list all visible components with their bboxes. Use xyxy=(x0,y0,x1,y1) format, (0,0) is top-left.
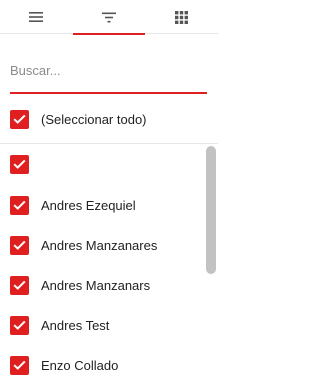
search-box xyxy=(10,56,207,94)
list-item[interactable]: Andres Ezequiel xyxy=(10,194,136,216)
checkmark-icon xyxy=(13,320,26,330)
select-all-checkbox[interactable] xyxy=(10,109,29,129)
item-label: Andres Manzanares xyxy=(41,237,158,253)
select-all-label: (Seleccionar todo) xyxy=(41,111,147,127)
list-item[interactable]: Andres Manzanares xyxy=(10,234,157,256)
item-checkbox[interactable] xyxy=(10,275,29,295)
item-checkbox[interactable] xyxy=(10,195,29,215)
grid-icon xyxy=(175,10,189,24)
list-item[interactable]: Enzo Collado xyxy=(10,354,118,376)
list-item[interactable]: Andres Manzanars xyxy=(10,274,150,296)
tab-columns[interactable] xyxy=(145,0,218,34)
divider xyxy=(0,143,218,144)
scrollbar-thumb[interactable] xyxy=(206,146,216,274)
item-label: Andres Ezequiel xyxy=(41,197,136,213)
checkmark-icon xyxy=(13,159,26,169)
tab-filter[interactable] xyxy=(72,0,146,35)
item-checkbox[interactable] xyxy=(10,154,29,174)
list-item[interactable] xyxy=(10,153,41,175)
menu-icon xyxy=(29,12,44,22)
item-label: Enzo Collado xyxy=(41,357,119,373)
tab-bar xyxy=(0,0,218,35)
list-item[interactable]: Andres Test xyxy=(10,314,109,336)
tab-menu[interactable] xyxy=(0,0,73,34)
checkmark-icon xyxy=(13,114,26,124)
select-all-row[interactable]: (Seleccionar todo) xyxy=(10,108,147,130)
checkmark-icon xyxy=(13,240,26,250)
item-checkbox[interactable] xyxy=(10,315,29,335)
item-label: Andres Manzanars xyxy=(41,277,151,293)
checkmark-icon xyxy=(13,200,26,210)
checkmark-icon xyxy=(13,360,26,370)
item-label: Andres Test xyxy=(41,317,110,333)
item-checkbox[interactable] xyxy=(10,355,29,375)
item-checkbox[interactable] xyxy=(10,235,29,255)
checkmark-icon xyxy=(13,280,26,290)
search-input[interactable] xyxy=(10,56,207,84)
filter-icon xyxy=(102,12,116,22)
